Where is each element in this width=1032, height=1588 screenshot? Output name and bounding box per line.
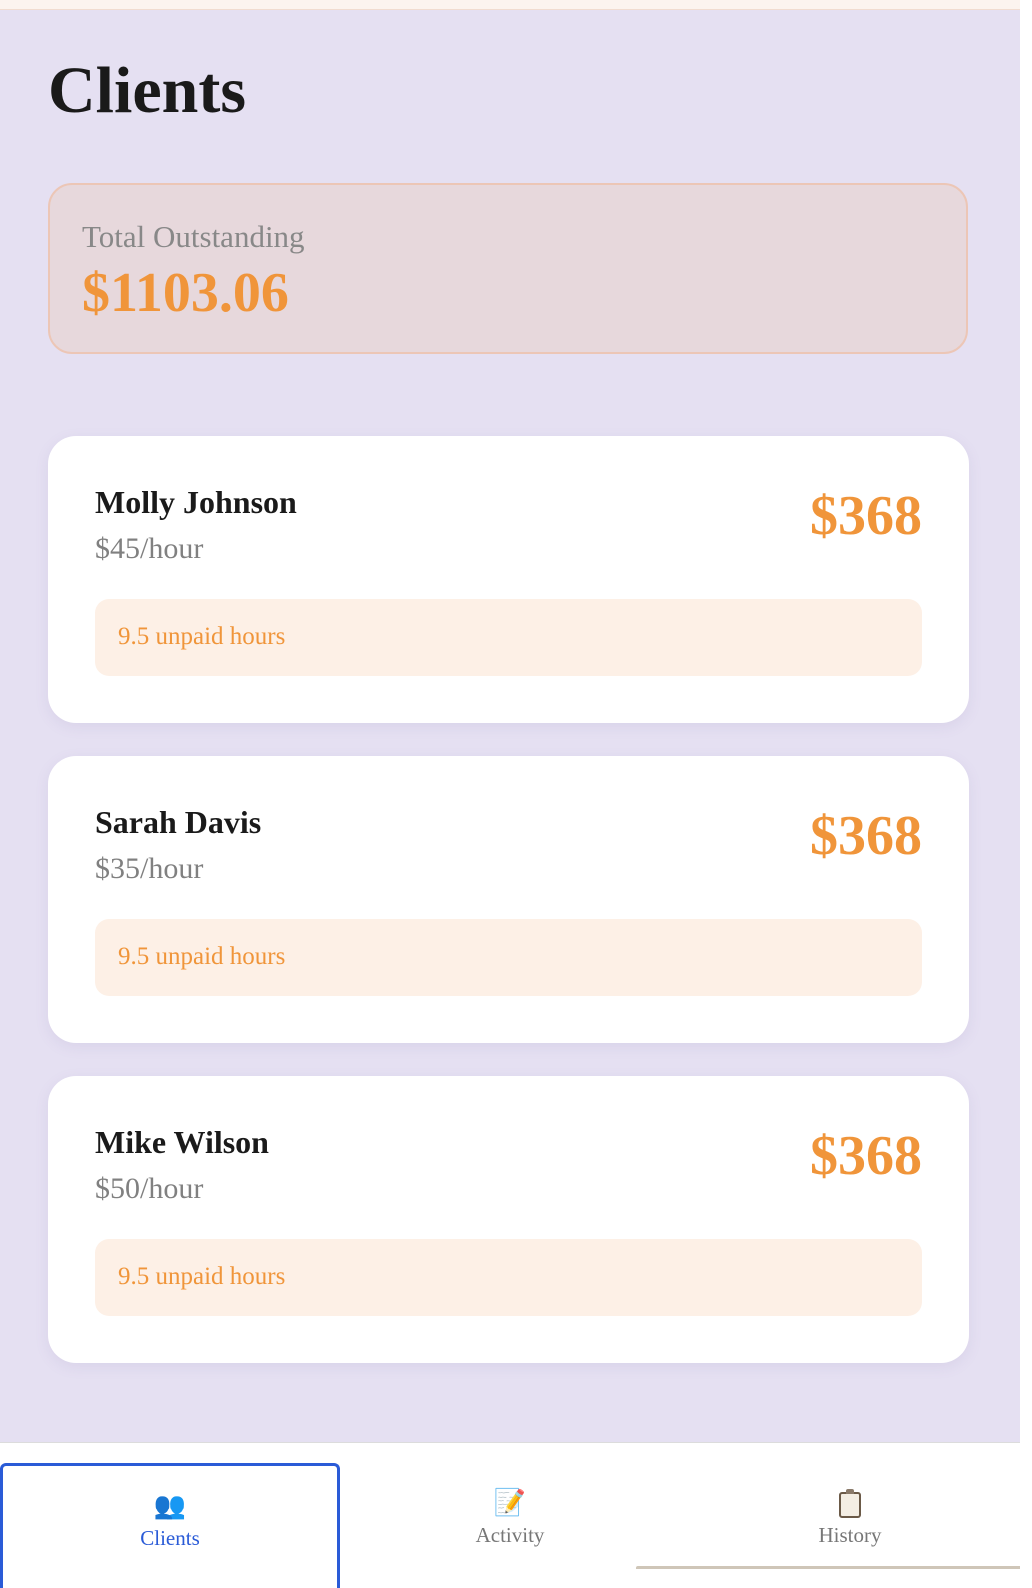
tab-activity[interactable]: 📝 Activity — [340, 1463, 680, 1588]
unpaid-hours-text: 9.5 unpaid hours — [118, 623, 286, 650]
client-amount: $368 — [810, 805, 922, 867]
client-card-sarah-davis[interactable]: Sarah Davis $35/hour $368 9.5 unpaid hou… — [48, 756, 969, 1043]
client-rate: $45/hour — [95, 532, 204, 565]
unpaid-hours-badge: 9.5 unpaid hours — [95, 599, 922, 676]
tab-label: History — [818, 1523, 882, 1547]
client-amount: $368 — [810, 485, 922, 547]
client-card-molly-johnson[interactable]: Molly Johnson $45/hour $368 9.5 unpaid h… — [48, 436, 969, 723]
tab-label: Activity — [475, 1523, 545, 1547]
tab-label: Clients — [140, 1526, 200, 1550]
client-rate: $35/hour — [95, 852, 204, 885]
top-strip — [0, 0, 1020, 10]
unpaid-hours-text: 9.5 unpaid hours — [118, 1263, 286, 1290]
client-card-mike-wilson[interactable]: Mike Wilson $50/hour $368 9.5 unpaid hou… — [48, 1076, 969, 1363]
tab-clients[interactable]: 👥 Clients — [0, 1463, 340, 1588]
total-outstanding-label: Total Outstanding — [82, 219, 305, 254]
unpaid-hours-text: 9.5 unpaid hours — [118, 943, 286, 970]
client-name: Sarah Davis — [95, 804, 262, 840]
client-list: Molly Johnson $45/hour $368 9.5 unpaid h… — [48, 436, 969, 1396]
client-name: Molly Johnson — [95, 484, 297, 520]
right-gutter — [1020, 0, 1032, 1588]
tab-history[interactable]: History — [680, 1463, 1020, 1588]
unpaid-hours-badge: 9.5 unpaid hours — [95, 919, 922, 996]
memo-icon: 📝 — [493, 1488, 527, 1517]
client-rate: $50/hour — [95, 1172, 204, 1205]
unpaid-hours-badge: 9.5 unpaid hours — [95, 1239, 922, 1316]
users-icon: 👥 — [153, 1491, 187, 1520]
client-name: Mike Wilson — [95, 1124, 269, 1160]
app-screen: Clients Total Outstanding $1103.06 Molly… — [0, 0, 1020, 1588]
page-title: Clients — [48, 54, 246, 127]
total-outstanding-card: Total Outstanding $1103.06 — [48, 183, 968, 354]
clipboard-icon — [680, 1487, 1020, 1519]
window-edge-strip — [636, 1566, 1020, 1569]
total-outstanding-value: $1103.06 — [82, 262, 289, 324]
client-amount: $368 — [810, 1125, 922, 1187]
